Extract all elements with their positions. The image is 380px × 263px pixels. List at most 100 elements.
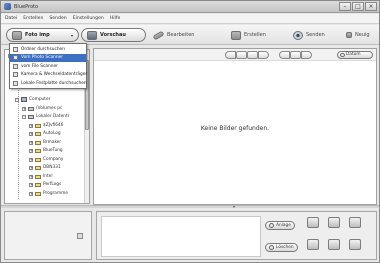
expand-icon[interactable]: + [29, 157, 33, 162]
folder-icon [35, 174, 41, 179]
menu-senden[interactable]: Senden [49, 16, 66, 21]
tree-label: AutoLog [43, 131, 61, 136]
zoom-icon[interactable] [301, 51, 312, 59]
menu-item-local-disk[interactable]: Lokale Festplatte durchsuchen [10, 79, 87, 88]
maximize-button[interactable]: □ [352, 2, 364, 11]
tree-row-folder[interactable]: + PerfLogs [29, 181, 61, 188]
menu-einstellungen[interactable]: Einstellungen [73, 16, 104, 21]
disk-icon [13, 80, 18, 86]
expand-icon[interactable]: + [29, 191, 33, 196]
close-button[interactable]: × [365, 2, 377, 11]
expand-icon[interactable]: + [29, 174, 33, 179]
expand-icon[interactable]: + [29, 131, 33, 136]
tree-row-folder[interactable]: + Programme [29, 190, 68, 197]
drive-icon [28, 114, 34, 119]
tree-label: Company [43, 157, 64, 162]
expand-icon[interactable]: + [29, 182, 33, 187]
tree-label: Lokaler Datentr [36, 114, 70, 119]
monitor-icon [87, 30, 97, 40]
send-label: Senden [306, 32, 325, 38]
scanner-icon [13, 63, 18, 69]
delete-icon [269, 245, 274, 250]
chevron-down-icon[interactable]: ▾ [71, 33, 73, 38]
folder-icon [13, 46, 18, 52]
view-options-bar: Datum [94, 49, 376, 61]
menu-item-label: Ordner durchsuchen [21, 46, 65, 52]
minimize-button[interactable]: – [339, 2, 351, 11]
create-icon [231, 30, 241, 40]
tree-row-folder[interactable]: + $ZJvfl646 [29, 122, 63, 129]
view-list-icon[interactable] [225, 51, 236, 59]
expand-icon[interactable]: + [29, 148, 33, 153]
edit-label: Bearbeiten [167, 32, 195, 38]
edit-button[interactable]: Bearbeiten [152, 29, 195, 41]
tree-row-folder[interactable]: + AutoLog [29, 130, 61, 137]
view-large-icon[interactable] [258, 51, 269, 59]
preview-label: Vorschau [100, 32, 126, 38]
create-label: Erstellen [244, 32, 266, 38]
menu-bar: Datei Erstellen Senden Einstellungen Hil… [1, 14, 379, 24]
create-button[interactable]: Erstellen [231, 29, 266, 41]
share-icon[interactable] [349, 217, 361, 228]
tree-row-folder[interactable]: + Intel [29, 173, 53, 180]
menu-item-photo-scanner[interactable]: Vom Photo Scanner [10, 53, 86, 62]
rotate-left-icon[interactable] [279, 51, 290, 59]
tree-row-computer[interactable]: - Computer [15, 96, 50, 103]
tree-row-drive[interactable]: + (Volumes pc [22, 105, 62, 112]
computer-icon [21, 97, 27, 102]
menu-datei[interactable]: Datei [5, 16, 17, 21]
upload-icon[interactable] [349, 239, 361, 250]
delete-button[interactable]: Löschen [265, 243, 298, 252]
sort-label: Datum [346, 52, 361, 57]
attach-button[interactable]: Anlage [265, 221, 295, 230]
expand-icon[interactable]: + [29, 140, 33, 145]
folder-icon [35, 157, 41, 162]
app-logo-icon [4, 3, 11, 10]
menu-hilfe[interactable]: Hilfe [110, 16, 120, 21]
burn-disc-icon[interactable] [328, 217, 340, 228]
photo-import-label: Foto imp [25, 32, 50, 38]
panel-splitter[interactable]: ▾ [1, 205, 379, 209]
send-icon [293, 30, 303, 40]
expand-icon[interactable]: + [29, 165, 33, 170]
main-toolbar: Foto imp ▾ Vorschau Bearbeiten Erstellen… [1, 25, 379, 45]
email-icon[interactable] [307, 239, 319, 250]
menu-item-camera[interactable]: Kamera & Wechseldatenträger [10, 71, 87, 80]
tree-label: Computer [29, 97, 51, 102]
expand-icon[interactable]: - [15, 97, 19, 102]
news-button[interactable]: Neuig [346, 29, 370, 41]
send-button[interactable]: Senden [293, 29, 325, 41]
folder-icon [35, 182, 41, 187]
tree-label: BlueTung [43, 148, 63, 153]
folder-icon [35, 165, 41, 170]
tree-row-folder[interactable]: + Company [29, 156, 63, 163]
sort-button[interactable]: Datum [337, 51, 373, 59]
photo-import-button[interactable]: Foto imp ▾ [6, 28, 79, 42]
tree-label: DBN331 [43, 165, 61, 170]
tree-row-local-disk[interactable]: - Lokaler Datentr [22, 113, 69, 120]
tree-row-folder[interactable]: + DBN331 [29, 164, 61, 171]
tree-row-folder[interactable]: + BlueTung [29, 147, 63, 154]
menu-item-label: vom File Scanner [21, 63, 58, 69]
menu-item-file-scanner[interactable]: vom File Scanner [10, 62, 86, 71]
view-grid-icon[interactable] [236, 51, 247, 59]
tray-toggle-icon[interactable] [77, 233, 83, 239]
folder-icon [35, 131, 41, 136]
empty-state-message: Keine Bilder gefunden. [200, 125, 270, 132]
news-icon [346, 32, 352, 38]
window-title: BlueProto [14, 4, 39, 10]
preview-button[interactable]: Vorschau [81, 28, 146, 42]
rotate-right-icon[interactable] [290, 51, 301, 59]
menu-erstellen[interactable]: Erstellen [23, 16, 43, 21]
menu-item-browse-folder[interactable]: Ordner durchsuchen [10, 45, 86, 54]
chevron-down-icon[interactable]: ▾ [230, 205, 238, 209]
tree-row-folder[interactable]: + Brmaker [29, 139, 61, 146]
expand-icon[interactable]: - [22, 114, 26, 119]
drive-icon [28, 106, 34, 111]
delete-label: Löschen [276, 245, 294, 250]
print-icon[interactable] [307, 217, 319, 228]
view-detail-icon[interactable] [247, 51, 258, 59]
mail-icon[interactable] [328, 239, 340, 250]
expand-icon[interactable]: + [29, 123, 33, 128]
expand-icon[interactable]: + [22, 106, 26, 111]
